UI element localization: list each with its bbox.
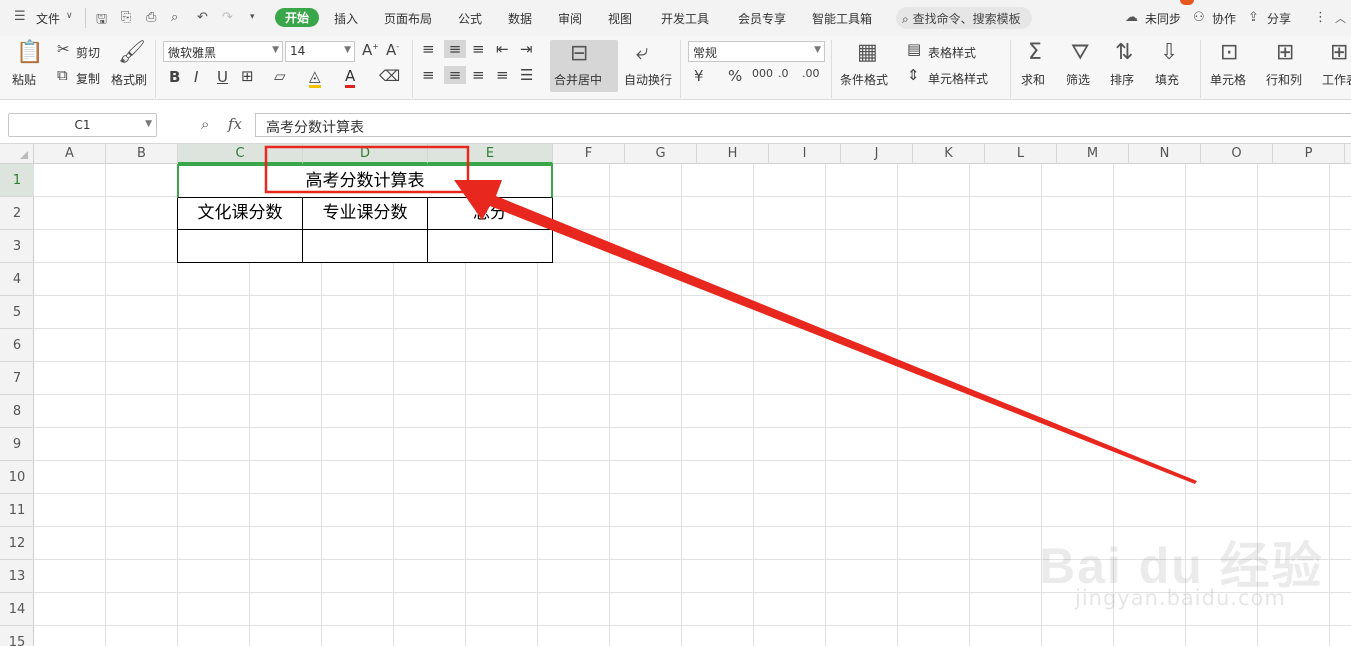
annotation-overlay: [264, 145, 1197, 484]
red-arrow: [454, 180, 1197, 484]
red-highlight-box: [264, 145, 470, 194]
